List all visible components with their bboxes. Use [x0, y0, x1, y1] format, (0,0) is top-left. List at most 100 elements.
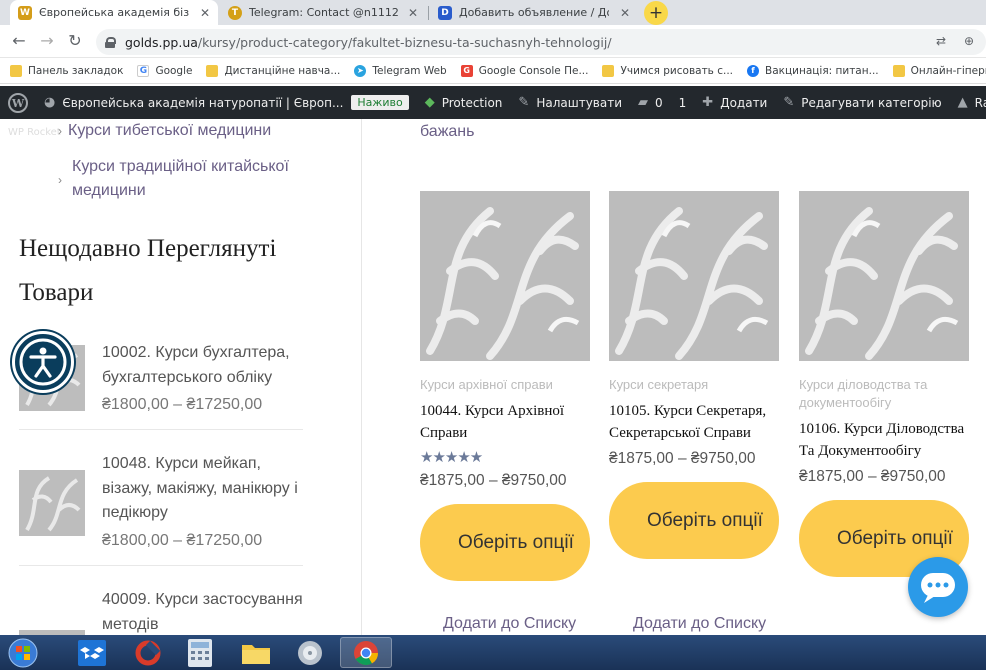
product-card: Курси архівної справи 10044. Курси Архів… — [420, 191, 590, 581]
select-options-button[interactable]: Оберіть опції — [420, 504, 590, 581]
recent-item-price: ₴1800,00 – ₴17250,00 — [102, 396, 263, 413]
bookmark-console[interactable]: G Google Console Пе... — [460, 64, 588, 77]
tab-separator — [428, 6, 429, 20]
taskbar-chrome[interactable] — [340, 637, 392, 668]
protection-menu[interactable]: ◆ Protection — [425, 95, 503, 110]
comments-menu[interactable]: ▰ 0 — [638, 95, 663, 110]
tab-academy[interactable]: W Європейська академія бізнесу т ✕ — [10, 0, 218, 25]
star-icon: ★★★★★ — [420, 448, 483, 466]
taskbar-explorer[interactable] — [230, 637, 282, 668]
customize-menu[interactable]: ✎ Налаштувати — [518, 95, 622, 110]
folder-icon — [242, 644, 270, 664]
bookmark-market[interactable]: Онлайн-гіпермар... — [892, 64, 986, 77]
folder-icon — [892, 64, 905, 77]
product-title[interactable]: 10106. Курси Діловодства Та Документообі… — [799, 418, 969, 462]
site-name-menu[interactable]: ◕ Європейська академія натуропатії | Євр… — [44, 95, 409, 110]
reload-icon[interactable]: ↻ — [65, 31, 85, 50]
browser-toolbar: ← → ↻ golds.pp.ua/kursy/product-category… — [0, 25, 986, 58]
taskbar-ccleaner[interactable] — [122, 637, 174, 668]
tab-title: Добавить объявление / Доска о — [459, 6, 609, 19]
telegram-favicon-icon: T — [228, 5, 242, 20]
folder-icon — [206, 64, 219, 77]
chrome-icon — [354, 640, 378, 665]
back-arrow-icon[interactable]: ← — [9, 31, 29, 50]
wishlist-link-tail[interactable]: бажань — [420, 123, 474, 141]
product-image[interactable] — [609, 191, 779, 361]
divider — [19, 565, 303, 566]
add-new-menu[interactable]: ✚ Додати — [702, 95, 767, 110]
folder-icon — [602, 64, 615, 77]
dropbox-icon — [78, 639, 106, 666]
add-to-wishlist-link[interactable]: Додати до Списку — [633, 615, 766, 633]
recent-item[interactable]: 40009. Курси застосування методів — [19, 588, 303, 635]
chevron-right-icon: › — [58, 173, 62, 187]
recent-item[interactable]: 10048. Курси мейкап, візажу, макіяжу, ма… — [19, 452, 303, 562]
taskbar-dropbox[interactable] — [66, 637, 118, 668]
add-to-wishlist-link[interactable]: Додати до Списку — [443, 615, 576, 633]
pencil-icon: ✎ — [783, 95, 795, 110]
product-category-link[interactable]: Курси діловодства та документообігу — [799, 376, 969, 412]
close-icon[interactable]: ✕ — [408, 6, 418, 20]
wordpress-logo-button[interactable]: W — [8, 92, 28, 113]
product-category-link[interactable]: Курси секретаря — [609, 376, 779, 394]
windows-taskbar — [0, 635, 986, 670]
product-title[interactable]: 10044. Курси Архівної Справи — [420, 400, 590, 444]
comment-icon: ▰ — [638, 95, 649, 110]
recent-item-name[interactable]: 10048. Курси мейкап, візажу, макіяжу, ма… — [102, 452, 312, 526]
bookmark-draw[interactable]: Учимся рисовать с... — [602, 64, 733, 77]
close-icon[interactable]: ✕ — [200, 6, 210, 20]
bookmark-telegram[interactable]: ➤ Telegram Web — [354, 64, 447, 77]
product-title[interactable]: 10105. Курси Секретаря, Секретарської Сп… — [609, 400, 779, 444]
product-category-link[interactable]: Курси архівної справи — [420, 376, 590, 394]
category-link-chinese[interactable]: › Курси традиційної китайської медицини — [58, 155, 318, 203]
category-link-tibetan[interactable]: › Курси тибетської медицини — [58, 119, 271, 143]
rank-math-menu[interactable]: ▲Rank M — [958, 95, 986, 110]
shield-icon: ◆ — [424, 95, 435, 110]
taskbar-media[interactable] — [284, 637, 336, 668]
taskbar-calculator[interactable] — [174, 637, 226, 668]
tab-telegram[interactable]: T Telegram: Contact @n111222aa ✕ — [220, 0, 426, 25]
zoom-icon[interactable]: ⊕ — [964, 34, 974, 48]
bookmark-panel[interactable]: Панель закладок — [10, 64, 123, 77]
wordpress-favicon-icon: W — [18, 5, 32, 20]
tab-board[interactable]: D Добавить объявление / Доска о ✕ — [430, 0, 638, 25]
product-image[interactable] — [420, 191, 590, 361]
start-button[interactable] — [2, 637, 44, 668]
edit-category-link[interactable]: ✎ Редагувати категорію — [783, 95, 941, 110]
bookmark-google[interactable]: G Google — [137, 64, 192, 77]
wordpress-admin-bar: W ◕ Європейська академія натуропатії | Є… — [0, 86, 986, 119]
recent-item-name[interactable]: 10002. Курси бухгалтера, бухгалтерського… — [102, 341, 312, 390]
rank-math-icon: ▲ — [957, 95, 968, 110]
page-content: WP Rocket › Курси тибетської медицини › К… — [0, 119, 986, 635]
star-rating: ★★★★★ — [420, 448, 590, 466]
updates-menu[interactable]: 1 — [679, 96, 687, 110]
sidebar-divider — [361, 119, 362, 635]
svg-text:W: W — [11, 97, 25, 110]
tab-title: Telegram: Contact @n111222aa — [249, 6, 399, 19]
close-icon[interactable]: ✕ — [620, 6, 630, 20]
url-text: golds.pp.ua/kursy/product-category/fakul… — [125, 34, 612, 50]
facebook-icon: f — [747, 64, 759, 77]
chat-widget-button[interactable] — [908, 557, 968, 617]
accessibility-button[interactable] — [12, 331, 74, 393]
translate-icon[interactable]: ⇄ — [936, 34, 946, 48]
forward-arrow-icon[interactable]: → — [37, 31, 57, 50]
address-bar[interactable]: golds.pp.ua/kursy/product-category/fakul… — [96, 29, 986, 55]
bookmark-distance[interactable]: Дистанційне навча... — [206, 64, 340, 77]
bookmark-vaccine[interactable]: f Вакцинація: питан... — [747, 64, 879, 77]
damask-pattern-image — [19, 470, 85, 536]
chat-bubble-icon — [921, 573, 955, 603]
ccleaner-icon — [135, 640, 161, 665]
product-image[interactable] — [799, 191, 969, 361]
plus-icon: + — [648, 3, 664, 23]
product-thumbnail[interactable] — [19, 470, 85, 536]
google-icon: G — [137, 64, 150, 77]
select-options-button[interactable]: Оберіть опції — [609, 482, 779, 559]
telegram-icon: ➤ — [354, 64, 367, 77]
recent-item-name[interactable]: 40009. Курси застосування методів — [102, 588, 312, 635]
live-badge: Наживо — [351, 95, 409, 110]
product-price: ₴1875,00 – ₴9750,00 — [799, 468, 946, 485]
new-tab-button[interactable]: + — [644, 1, 668, 25]
calculator-icon — [188, 638, 212, 667]
damask-pattern-image — [420, 191, 590, 361]
